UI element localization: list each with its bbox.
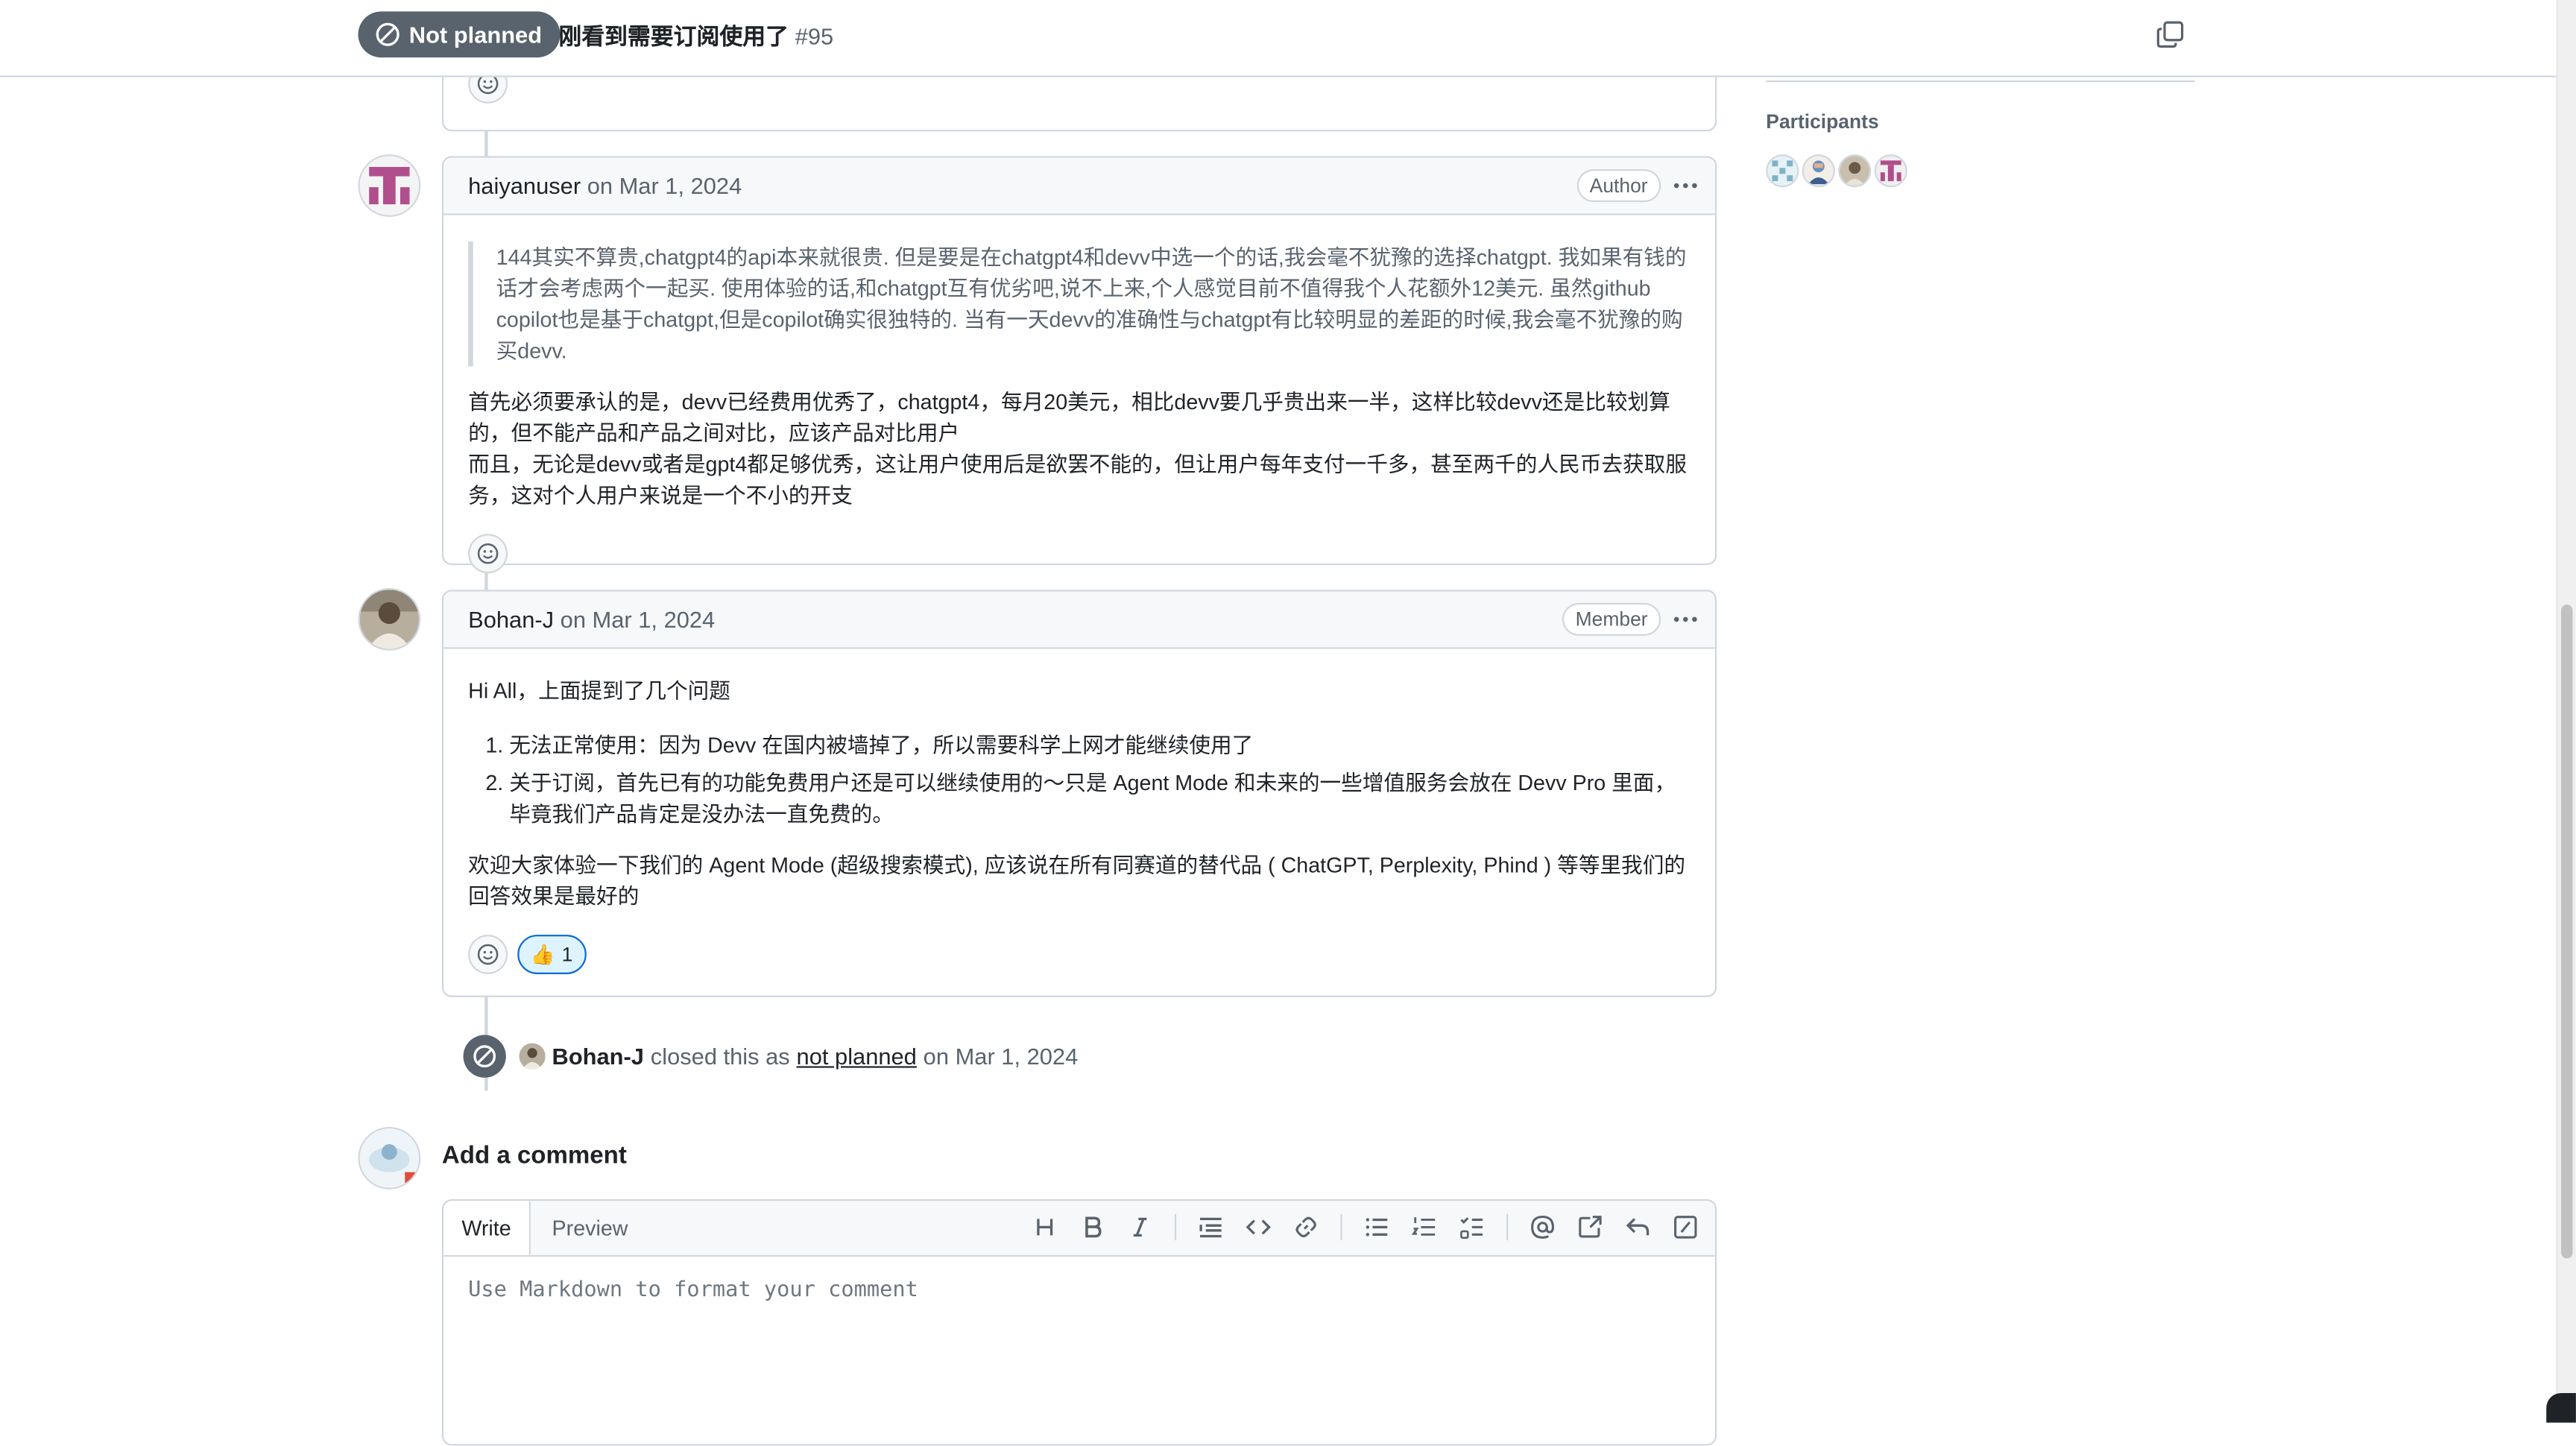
participant-avatar[interactable] (1838, 154, 1872, 188)
quote-icon[interactable] (1198, 1214, 1224, 1240)
participant-avatar[interactable] (1802, 154, 1835, 188)
toolbar-separator (1340, 1213, 1342, 1241)
code-icon[interactable] (1246, 1214, 1272, 1240)
event-badge (463, 1035, 506, 1078)
closed-event: Bohan-J closed this as not planned on Ma… (463, 1032, 1079, 1081)
comment-paragraph: 首先必须要承认的是，devv已经费用优秀了，chatgpt4，每月20美元，相比… (468, 389, 1687, 508)
sticky-issue-header: Not planned 刚看到需要订阅使用了 #95 (0, 0, 2557, 78)
issue-title: 刚看到需要订阅使用了 (558, 22, 789, 50)
comment-bohan-j: Bohan-J on Mar 1, 2024 Member Hi All，上面提… (441, 590, 1717, 997)
toolbar-separator (1506, 1213, 1509, 1241)
window-corner (2546, 1392, 2576, 1423)
editor-header: Write Preview (443, 1201, 1715, 1257)
current-user-avatar[interactable] (358, 1126, 421, 1190)
state-label: Not planned (408, 21, 543, 48)
comment-header: haiyanuser on Mar 1, 2024 Author (443, 157, 1715, 215)
comment-editor: Write Preview Use Markdown to format you… (441, 1199, 1717, 1446)
bold-icon[interactable] (1079, 1214, 1105, 1240)
event-date[interactable]: on Mar 1, 2024 (924, 1044, 1079, 1070)
comment-quote: 144其实不算贵,chatgpt4的api本来就很贵. 但是要是在chatgpt… (468, 241, 1690, 367)
add-reaction-button[interactable] (468, 935, 508, 974)
comment-list: 无法正常使用：因为 Devv 在国内被墙掉了，所以需要科学上网才能继续使用了 关… (468, 730, 1690, 830)
copy-link-icon[interactable] (2156, 19, 2185, 49)
list-item: 关于订阅，首先已有的功能免费用户还是可以继续使用的～只是 Agent Mode … (509, 767, 1690, 830)
skip-icon (376, 22, 400, 46)
link-icon[interactable] (1293, 1214, 1319, 1240)
mention-icon[interactable] (1530, 1214, 1556, 1240)
event-text: closed this as (650, 1043, 790, 1070)
comment-author-link[interactable]: haiyanuser (468, 172, 581, 198)
skip-icon (473, 1045, 496, 1068)
participants-heading: Participants (1766, 110, 1879, 133)
heading-icon[interactable] (1032, 1214, 1058, 1240)
comment-author-link[interactable]: Bohan-J (468, 606, 554, 632)
add-reaction-button[interactable] (468, 534, 508, 574)
kebab-menu-icon[interactable] (1673, 606, 1699, 632)
comment-textarea[interactable]: Use Markdown to format your comment (468, 1278, 918, 1303)
ordered-list-icon[interactable] (1411, 1214, 1437, 1240)
reaction-count: 1 (561, 943, 573, 966)
comment-header: Bohan-J on Mar 1, 2024 Member (443, 591, 1715, 649)
toolbar-separator (1174, 1213, 1177, 1241)
participants-list (1766, 154, 1907, 188)
tab-preview[interactable]: Preview (552, 1201, 628, 1255)
not-planned-link[interactable]: not planned (797, 1044, 917, 1070)
list-item: 无法正常使用：因为 Devv 在国内被墙掉了，所以需要科学上网才能继续使用了 (509, 730, 1690, 761)
scrollbar-thumb[interactable] (2561, 604, 2573, 1259)
thumbs-up-reaction-button[interactable]: 👍 1 (517, 935, 587, 974)
task-list-icon[interactable] (1459, 1214, 1485, 1240)
reaction-row (443, 534, 1715, 593)
timeline-line (484, 130, 488, 157)
slash-command-icon[interactable] (1673, 1214, 1699, 1240)
reply-icon[interactable] (1625, 1214, 1651, 1240)
author-badge: Author (1576, 169, 1661, 203)
markdown-toolbar (1032, 1213, 1699, 1241)
issue-number: #95 (795, 22, 834, 50)
comment-timestamp[interactable]: on Mar 1, 2024 (561, 606, 716, 632)
participant-avatar[interactable] (1766, 154, 1799, 188)
event-actor-link[interactable]: Bohan-J (552, 1044, 644, 1070)
comment-paragraph: Hi All，上面提到了几个问题 (468, 678, 730, 704)
thumbs-up-icon: 👍 (530, 943, 555, 966)
commenter-avatar-haiyanuser[interactable] (358, 154, 421, 217)
participant-avatar[interactable] (1874, 154, 1907, 188)
kebab-menu-icon[interactable] (1673, 172, 1699, 198)
comment-paragraph: 欢迎大家体验一下我们的 Agent Mode (超级搜索模式), 应该说在所有同… (468, 852, 1686, 909)
state-badge-not-planned: Not planned (358, 11, 561, 58)
sticky-issue-title[interactable]: 刚看到需要订阅使用了 #95 (558, 19, 833, 52)
italic-icon[interactable] (1127, 1214, 1153, 1240)
smiley-icon (477, 543, 499, 564)
page-scrollbar[interactable] (2556, 0, 2576, 1423)
smiley-icon (477, 944, 499, 965)
comment-haiyanuser: haiyanuser on Mar 1, 2024 Author 144其实不算… (441, 156, 1717, 574)
cross-reference-icon[interactable] (1577, 1214, 1603, 1240)
comment-timestamp[interactable]: on Mar 1, 2024 (587, 172, 742, 198)
sidebar-divider (1766, 80, 2195, 83)
unordered-list-icon[interactable] (1363, 1214, 1389, 1240)
add-comment-heading: Add a comment (441, 1141, 627, 1170)
tab-write[interactable]: Write (443, 1201, 531, 1255)
event-actor-avatar[interactable] (519, 1043, 546, 1070)
commenter-avatar-bohan-j[interactable] (358, 588, 421, 651)
member-badge: Member (1562, 602, 1661, 636)
reaction-row: 👍 1 (443, 935, 1715, 994)
